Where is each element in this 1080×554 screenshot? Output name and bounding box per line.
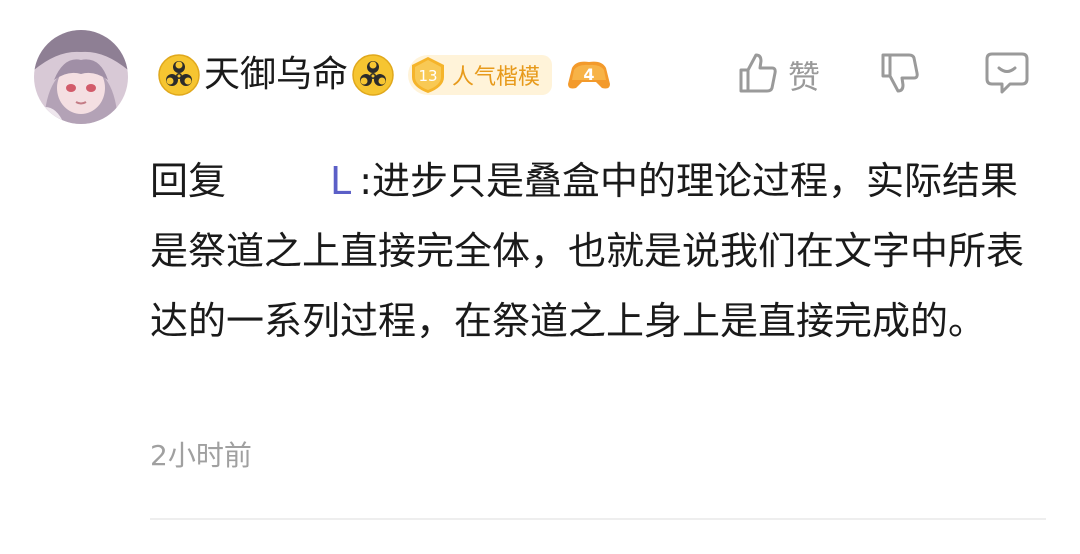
level-title: 人气楷模 xyxy=(452,65,541,90)
comment-body: 回复 L:进步只是叠盒中的理论过程，实际结果是祭道之上直接完全体，也就是说我们在文… xyxy=(150,146,1040,356)
divider xyxy=(150,518,1046,520)
avatar[interactable] xyxy=(34,30,128,124)
biohazard-icon xyxy=(158,54,200,96)
level-badge[interactable]: 13 人气楷模 xyxy=(408,55,553,95)
comment-card: 天御乌命 13 人气楷模 4 赞 回复 L:进步只是叠盒中的理论过程，实际结果… xyxy=(0,0,1080,554)
thumbs-up-icon xyxy=(736,51,780,99)
reply-target-link[interactable]: L xyxy=(330,159,351,203)
tier-number: 4 xyxy=(583,65,594,84)
comment-actions: 赞 xyxy=(736,48,1030,102)
like-button[interactable]: 赞 xyxy=(736,51,820,99)
comment-icon[interactable] xyxy=(984,49,1030,101)
thumbs-down-icon[interactable] xyxy=(878,49,922,101)
level-number: 13 xyxy=(418,67,437,85)
reply-prefix: 回复 xyxy=(150,159,227,203)
timestamp: 2小时前 xyxy=(150,439,252,472)
comment-header: 天御乌命 13 人气楷模 4 xyxy=(158,52,612,98)
biohazard-icon xyxy=(352,54,394,96)
username[interactable]: 天御乌命 xyxy=(204,52,348,98)
like-label: 赞 xyxy=(788,58,821,96)
comment-text: :进步只是叠盒中的理论过程，实际结果是祭道之上直接完全体，也就是说我们在文字中所… xyxy=(150,159,1025,343)
diamond-shield-icon: 13 xyxy=(408,55,448,95)
gamepad-icon[interactable]: 4 xyxy=(566,58,612,92)
